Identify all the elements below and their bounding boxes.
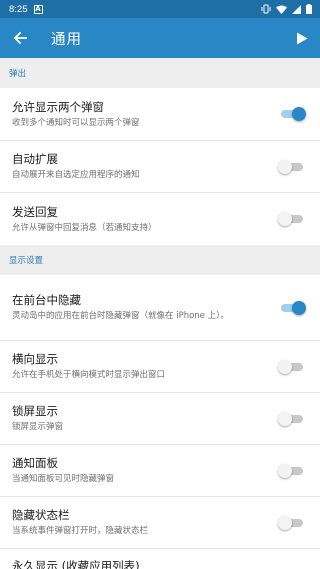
setting-subtitle: 允许从弹窗中回复消息（若通知支持） [12, 222, 157, 233]
status-bar: 8:25 A [0, 0, 320, 18]
play-icon [297, 32, 308, 44]
toggle-switch[interactable] [278, 300, 306, 316]
setting-subtitle: 当通知面板可见时隐藏弹窗 [12, 474, 115, 484]
toggle-switch[interactable] [278, 159, 306, 175]
setting-title: 在前台中隐藏 [12, 293, 81, 307]
setting-hide-in-foreground[interactable]: 在前台中隐藏 灵动岛中的应用在前台时隐藏弹窗（就像在 iPhone 上）。 [0, 275, 320, 341]
setting-subtitle: 自动展开来自选定应用程序的通知 [12, 170, 140, 180]
notification-icon: A [33, 4, 43, 14]
setting-landscape-display[interactable]: 横向显示 允许在手机处于横向模式时显示弹出窗口 [0, 341, 320, 393]
setting-subtitle: 灵动岛中的应用在前台时隐藏弹窗（就像在 iPhone 上）。 [12, 311, 229, 321]
setting-subtitle: 允许在手机处于横向模式时显示弹出窗口 [12, 370, 166, 380]
play-button[interactable] [284, 18, 320, 58]
signal-icon [292, 4, 301, 14]
toggle-switch[interactable] [278, 211, 306, 227]
setting-notification-panel[interactable]: 通知面板 当通知面板可见时隐藏弹窗 [0, 445, 320, 497]
setting-title: 通知面板 [12, 456, 58, 470]
setting-allow-two-popups[interactable]: 允许显示两个弹窗 收到多个通知时可以显示两个弹窗 [0, 88, 320, 141]
section-title: 弹出 [9, 69, 27, 79]
status-icons [261, 4, 312, 14]
setting-subtitle: 锁屏显示弹窗 [12, 422, 64, 432]
status-time: 8:25 [9, 3, 28, 15]
toggle-switch[interactable] [278, 106, 306, 122]
setting-send-reply[interactable]: 发送回复 允许从弹窗中回复消息（若通知支持） [0, 193, 320, 245]
setting-title: 发送回复 [12, 204, 58, 219]
settings-list: 弹出 允许显示两个弹窗 收到多个通知时可以显示两个弹窗 自动扩展 自动展开来自选… [0, 58, 320, 569]
setting-subtitle: 当系统事件弹窗打开时，隐藏状态栏 [12, 526, 149, 536]
wifi-icon [276, 5, 287, 14]
toggle-switch[interactable] [278, 515, 306, 531]
setting-title: 锁屏显示 [12, 404, 58, 418]
toggle-switch[interactable] [278, 359, 306, 375]
setting-subtitle: 收到多个通知时可以显示两个弹窗 [12, 117, 140, 128]
section-header-popup: 弹出 [0, 58, 320, 88]
vibrate-icon [261, 4, 271, 14]
section-title: 显示设置 [9, 256, 44, 266]
toggle-switch[interactable] [278, 411, 306, 427]
setting-lockscreen-display[interactable]: 锁屏显示 锁屏显示弹窗 [0, 393, 320, 445]
back-button[interactable] [1, 18, 39, 58]
setting-title: 允许显示两个弹窗 [12, 99, 104, 114]
battery-icon [306, 4, 312, 14]
setting-permanent-display[interactable]: 永久显示 (收藏应用列表) [0, 549, 320, 569]
setting-title: 自动扩展 [12, 152, 58, 166]
setting-title: 隐藏状态栏 [12, 508, 70, 522]
setting-title: 永久显示 (收藏应用列表) [12, 559, 140, 569]
arrow-left-icon [13, 31, 27, 45]
setting-hide-status-bar[interactable]: 隐藏状态栏 当系统事件弹窗打开时，隐藏状态栏 [0, 497, 320, 549]
section-header-display: 显示设置 [0, 245, 320, 275]
page-title: 通用 [51, 31, 82, 48]
setting-title: 横向显示 [12, 352, 58, 366]
toggle-switch[interactable] [278, 463, 306, 479]
setting-auto-expand[interactable]: 自动扩展 自动展开来自选定应用程序的通知 [0, 141, 320, 193]
app-toolbar: 通用 [0, 18, 320, 58]
